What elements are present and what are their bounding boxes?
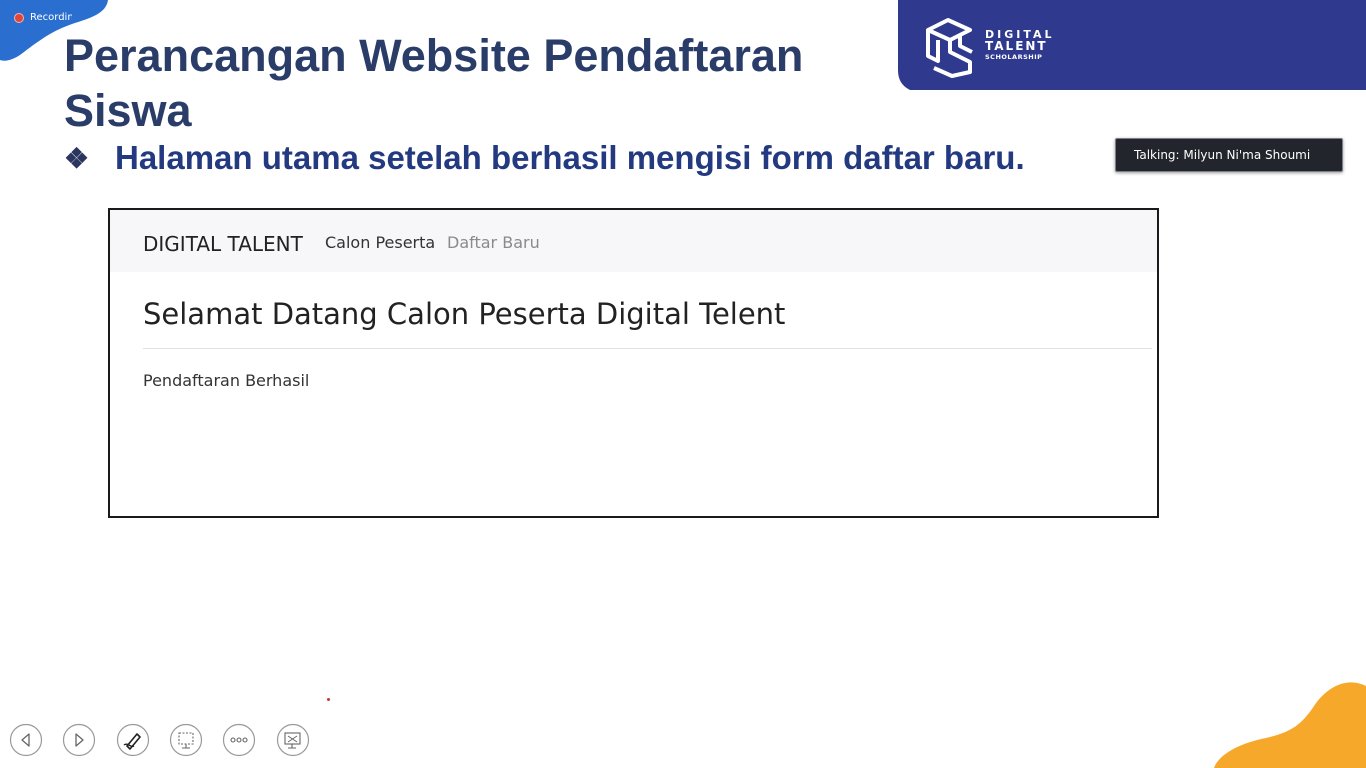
- navbar: DIGITAL TALENT Calon Peserta Daftar Baru: [110, 210, 1157, 272]
- logo-wordmark: DIGITAL TALENT SCHOLARSHIP: [985, 29, 1055, 61]
- webpage-screenshot: DIGITAL TALENT Calon Peserta Daftar Baru…: [108, 208, 1159, 518]
- four-diamond-bullet-icon: ❖: [64, 142, 90, 174]
- digital-talent-logo-icon: [926, 18, 973, 78]
- talking-indicator: Talking: Milyun Ni'ma Shoumi: [1115, 138, 1343, 172]
- more-icon[interactable]: [222, 723, 256, 757]
- presenter-view-icon[interactable]: [276, 723, 310, 757]
- next-icon[interactable]: [62, 723, 96, 757]
- nav-link-daftar-baru[interactable]: Daftar Baru: [447, 233, 540, 252]
- navbar-brand[interactable]: DIGITAL TALENT: [143, 232, 303, 256]
- page-heading: Selamat Datang Calon Peserta Digital Tel…: [143, 297, 786, 331]
- success-message: Pendaftaran Berhasil: [143, 371, 310, 390]
- record-dot-icon: [14, 12, 24, 23]
- nav-link-calon-peserta[interactable]: Calon Peserta: [325, 233, 435, 252]
- recording-indicator: Recording: [14, 12, 72, 23]
- pointer-dot: [327, 698, 330, 701]
- previous-icon[interactable]: [9, 723, 43, 757]
- pen-icon[interactable]: [116, 723, 150, 757]
- zoom-icon[interactable]: [169, 723, 203, 757]
- decorative-orange-blob: [1214, 682, 1366, 768]
- slide-bullet: ❖ Halaman utama setelah berhasil mengisi…: [64, 139, 1025, 177]
- divider: [143, 348, 1152, 349]
- slide-title: Perancangan Website Pendaftaran Siswa: [64, 30, 804, 136]
- logo-line-3: SCHOLARSHIP: [985, 53, 1043, 61]
- logo-line-2: TALENT: [985, 39, 1048, 53]
- recording-label: Recording: [30, 12, 72, 23]
- slide-bullet-text: Halaman utama setelah berhasil mengisi f…: [115, 139, 1025, 176]
